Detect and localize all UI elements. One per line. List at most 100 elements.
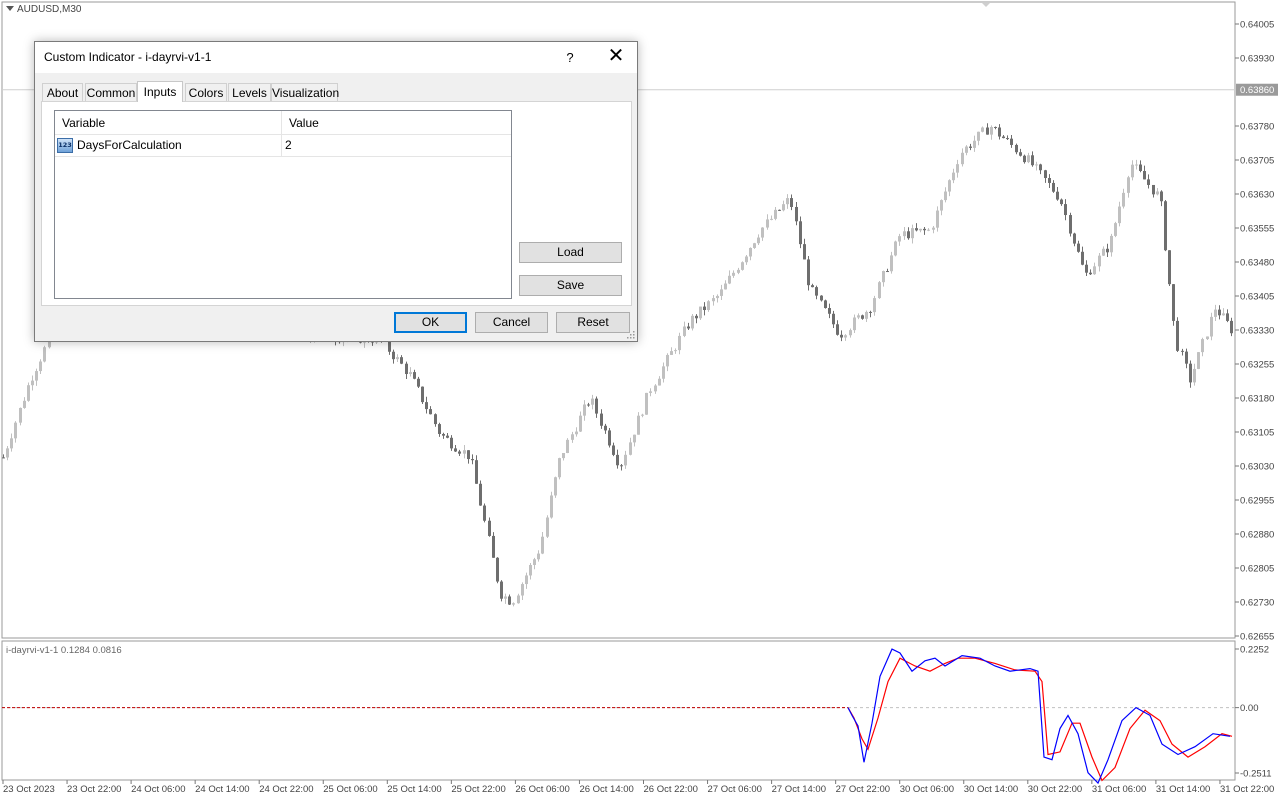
candle-body	[1206, 336, 1209, 340]
candle-body	[994, 126, 997, 128]
value-cell[interactable]: 2	[282, 135, 511, 156]
candle-body	[467, 450, 470, 460]
candle-body	[683, 326, 686, 336]
candle-body	[409, 372, 412, 375]
inputs-grid: Variable Value 123 DaysForCalculation 2	[54, 110, 512, 299]
dialog-title: Custom Indicator - i-dayrvi-v1-1	[44, 50, 212, 64]
candle-body	[434, 414, 437, 425]
candle-body	[737, 269, 740, 273]
candle-body	[541, 536, 544, 554]
candle-body	[687, 326, 690, 329]
candle-body	[587, 404, 590, 406]
candle-body	[1010, 138, 1013, 145]
candle-body	[1214, 309, 1217, 317]
candle-body	[496, 557, 499, 582]
candle-body	[1089, 272, 1092, 275]
collapse-triangle-icon[interactable]	[6, 6, 14, 11]
time-label: 25 Oct 14:00	[387, 784, 441, 795]
candle-body	[873, 298, 876, 313]
tab-colors[interactable]: Colors	[185, 83, 227, 101]
candle-body	[940, 200, 943, 211]
candle-body	[1147, 179, 1150, 185]
candle-body	[662, 366, 665, 379]
candle-body	[1189, 363, 1192, 383]
candle-body	[525, 575, 528, 585]
resize-grip-icon[interactable]	[627, 331, 635, 339]
candle-body	[488, 520, 491, 536]
help-button[interactable]: ?	[555, 42, 585, 73]
candle-body	[840, 334, 843, 338]
candle-body	[898, 236, 901, 242]
candle-body	[1085, 264, 1088, 273]
indicator-tick-label: 0.2252	[1240, 645, 1269, 656]
candle-body	[1039, 164, 1042, 171]
column-header-variable[interactable]: Variable	[55, 111, 282, 134]
cancel-button[interactable]: Cancel	[475, 312, 548, 333]
load-button[interactable]: Load	[519, 242, 622, 263]
candle-body	[550, 495, 553, 518]
reset-button[interactable]: Reset	[556, 312, 630, 333]
candle-body	[1069, 215, 1072, 234]
candle-body	[857, 315, 860, 318]
candle-body	[392, 351, 395, 360]
candle-body	[944, 191, 947, 201]
price-tick-label: 0.63780	[1240, 122, 1274, 133]
tab-about[interactable]: About	[42, 83, 83, 101]
candle-body	[820, 295, 823, 301]
dialog-title-bar[interactable]: Custom Indicator - i-dayrvi-v1-1 ? ✕	[35, 42, 637, 73]
candle-body	[546, 517, 549, 537]
ok-button[interactable]: OK	[394, 312, 467, 333]
tab-common[interactable]: Common	[85, 83, 137, 101]
candle-body	[1027, 155, 1030, 163]
candle-body	[1118, 206, 1121, 224]
candle-body	[562, 452, 565, 459]
candle-body	[483, 505, 486, 521]
candle-body	[1114, 223, 1117, 236]
tab-visualization[interactable]: Visualization	[271, 83, 339, 101]
candle-body	[865, 311, 868, 319]
candle-body	[782, 204, 785, 211]
candle-body	[973, 140, 976, 148]
indicator-label: i-dayrvi-v1-1 0.1284 0.0816	[6, 645, 122, 656]
candle-body	[986, 127, 989, 135]
candle-body	[886, 271, 889, 273]
candle-body	[774, 209, 777, 219]
candle-body	[508, 596, 511, 605]
candle-body	[728, 275, 731, 284]
tab-inputs[interactable]: Inputs	[137, 81, 183, 102]
candle-body	[43, 347, 46, 362]
symbol-label[interactable]: AUDUSD,M30	[6, 4, 81, 15]
candle-body	[956, 164, 959, 173]
candle-body	[405, 363, 408, 375]
candle-body	[691, 315, 694, 329]
candle-body	[1181, 350, 1184, 352]
column-header-value[interactable]: Value	[282, 111, 511, 134]
save-button[interactable]: Save	[519, 275, 622, 296]
current-price-label: 0.63860	[1240, 85, 1274, 96]
candle-body	[923, 228, 926, 231]
candle-body	[903, 231, 906, 237]
close-button[interactable]: ✕	[595, 42, 637, 73]
candle-body	[998, 127, 1001, 137]
time-label: 24 Oct 06:00	[131, 784, 185, 795]
tab-levels[interactable]: Levels	[228, 83, 271, 101]
price-tick-label: 0.63330	[1240, 326, 1274, 337]
candle-body	[1006, 138, 1009, 140]
price-tick-label: 0.63705	[1240, 156, 1274, 167]
candle-body	[1156, 191, 1159, 195]
price-tick-label: 0.63180	[1240, 394, 1274, 405]
candle-body	[1093, 266, 1096, 275]
time-label: 23 Oct 2023	[3, 784, 55, 795]
candle-body	[512, 603, 515, 605]
variable-cell[interactable]: 123 DaysForCalculation	[55, 135, 282, 156]
candle-body	[699, 306, 702, 319]
table-row[interactable]: 123 DaysForCalculation 2	[55, 135, 511, 157]
candle-body	[2, 457, 5, 459]
candle-body	[1185, 351, 1188, 364]
candle-body	[712, 298, 715, 302]
grid-header: Variable Value	[55, 111, 511, 135]
candle-body	[446, 435, 449, 438]
inputs-panel: Variable Value 123 DaysForCalculation 2 …	[41, 101, 632, 306]
candle-body	[753, 243, 756, 248]
candle-body	[579, 415, 582, 432]
